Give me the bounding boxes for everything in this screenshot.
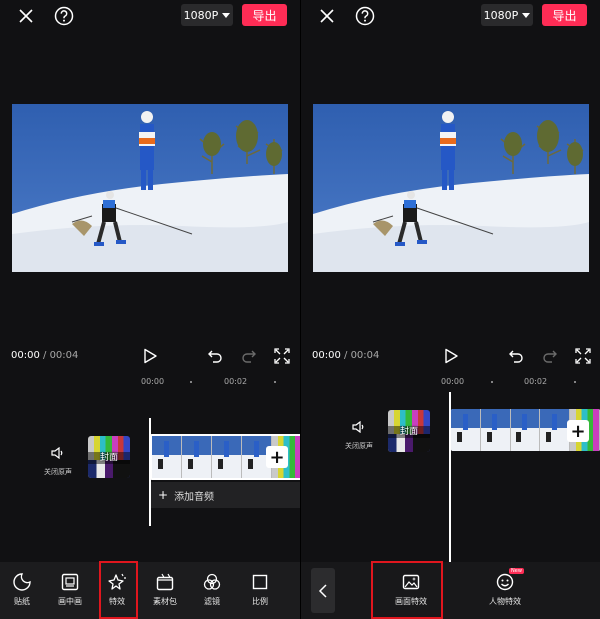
current-time: 00:00 <box>312 350 341 361</box>
sticker-icon <box>12 572 32 592</box>
playhead[interactable] <box>449 392 451 562</box>
tool-person-effect[interactable]: New 人物特效 <box>475 568 535 607</box>
tool-label: 比例 <box>252 597 268 606</box>
video-preview[interactable] <box>313 104 589 272</box>
add-clip-button[interactable]: + <box>567 420 589 442</box>
chevron-left-icon <box>318 583 327 598</box>
new-badge: New <box>509 568 524 574</box>
clip-frame <box>510 409 541 451</box>
chevron-down-icon <box>522 12 531 18</box>
highlight-box <box>371 561 443 619</box>
preview-image <box>313 104 589 272</box>
cover-thumbnail[interactable]: 封面 <box>388 410 430 452</box>
tool-sticker[interactable]: 贴纸 <box>2 572 42 607</box>
close-icon[interactable] <box>14 4 38 28</box>
play-icon[interactable] <box>443 348 459 364</box>
editor-panel-right: 1080P 导出 00:00 / 00:04 00:00 00:02 关闭原声 … <box>301 0 600 619</box>
speaker-icon <box>51 446 63 460</box>
editor-panel-left: 1080P 导出 00:00 / 00:04 00:00 00:02 关闭原声 … <box>0 0 300 619</box>
undo-icon[interactable] <box>508 348 524 364</box>
timeline[interactable]: 00:00 00:02 关闭原声 封面 + + 添加音频 <box>0 372 300 562</box>
close-icon[interactable] <box>315 4 339 28</box>
cover-thumbnail[interactable]: 封面 <box>88 436 130 478</box>
preview-image <box>12 104 288 272</box>
time-separator: / <box>340 350 351 361</box>
current-time: 00:00 <box>11 350 40 361</box>
person-effect-icon: New <box>495 568 524 592</box>
cover-label: 封面 <box>88 452 130 464</box>
ratio-icon <box>250 572 270 592</box>
play-icon[interactable] <box>142 348 158 364</box>
bottom-toolbar: 贴纸 画中画 特效 素材包 滤镜 比例 <box>0 561 300 619</box>
playback-controls: 00:00 / 00:04 <box>301 346 600 368</box>
mute-label: 关闭原声 <box>44 468 72 476</box>
ruler-dot <box>190 381 192 383</box>
ruler-mark: 00:02 <box>524 377 548 386</box>
total-time: 00:04 <box>49 350 79 361</box>
time-display: 00:00 / 00:04 <box>11 350 78 361</box>
tool-ratio[interactable]: 比例 <box>240 572 280 607</box>
clip-frame <box>480 409 511 451</box>
cover-label: 封面 <box>388 426 430 438</box>
mute-label: 关闭原声 <box>345 442 373 450</box>
time-display: 00:00 / 00:04 <box>312 350 379 361</box>
clip-frame <box>182 436 212 478</box>
effects-toolbar: 画面特效 New 人物特效 <box>301 561 600 619</box>
add-clip-button[interactable]: + <box>266 446 288 468</box>
help-icon[interactable] <box>353 4 377 28</box>
clip-frame <box>540 409 571 451</box>
clip-frame <box>212 436 242 478</box>
tool-label: 滤镜 <box>204 597 220 606</box>
filter-icon <box>202 572 222 592</box>
clip-frame <box>152 436 182 478</box>
plus-icon: + <box>158 488 169 502</box>
top-bar: 1080P 导出 <box>0 0 300 32</box>
speaker-icon <box>352 420 364 434</box>
chevron-down-icon <box>222 12 231 18</box>
total-time: 00:04 <box>350 350 380 361</box>
tool-material-pack[interactable]: 素材包 <box>145 572 185 607</box>
ruler-dot <box>574 381 576 383</box>
help-icon[interactable] <box>52 4 76 28</box>
tool-pip[interactable]: 画中画 <box>50 572 90 607</box>
time-separator: / <box>39 350 50 361</box>
material-pack-icon <box>155 572 175 592</box>
mute-original-button[interactable]: 关闭原声 <box>33 444 83 477</box>
playhead[interactable] <box>149 418 151 526</box>
playback-controls: 00:00 / 00:04 <box>0 346 300 368</box>
resolution-dropdown[interactable]: 1080P <box>481 4 533 26</box>
resolution-dropdown[interactable]: 1080P <box>181 4 233 26</box>
resolution-label: 1080P <box>483 8 519 22</box>
top-bar: 1080P 导出 <box>301 0 600 32</box>
add-audio-button[interactable]: + 添加音频 <box>150 482 300 508</box>
fullscreen-icon[interactable] <box>274 348 290 364</box>
ruler-dot <box>491 381 493 383</box>
timeline[interactable]: 00:00 00:02 关闭原声 封面 + <box>301 372 600 562</box>
ruler-mark: 00:00 <box>441 377 465 386</box>
ruler-mark: 00:02 <box>224 377 248 386</box>
redo-icon[interactable] <box>241 348 257 364</box>
add-audio-label: 添加音频 <box>174 491 215 503</box>
tool-label: 画中画 <box>58 597 82 606</box>
export-button[interactable]: 导出 <box>542 4 587 26</box>
redo-icon[interactable] <box>542 348 558 364</box>
ruler-mark: 00:00 <box>141 377 165 386</box>
fullscreen-icon[interactable] <box>575 348 591 364</box>
undo-icon[interactable] <box>207 348 223 364</box>
tool-label: 人物特效 <box>489 597 521 606</box>
resolution-label: 1080P <box>183 8 219 22</box>
video-preview[interactable] <box>12 104 288 272</box>
export-button[interactable]: 导出 <box>242 4 287 26</box>
highlight-box <box>99 561 138 619</box>
tool-filter[interactable]: 滤镜 <box>192 572 232 607</box>
tool-label: 贴纸 <box>14 597 30 606</box>
mute-original-button[interactable]: 关闭原声 <box>334 418 384 451</box>
tool-label: 素材包 <box>153 597 177 606</box>
ruler-dot <box>274 381 276 383</box>
back-button[interactable] <box>311 568 335 613</box>
clip-frame <box>451 409 481 451</box>
pip-icon <box>60 572 80 592</box>
